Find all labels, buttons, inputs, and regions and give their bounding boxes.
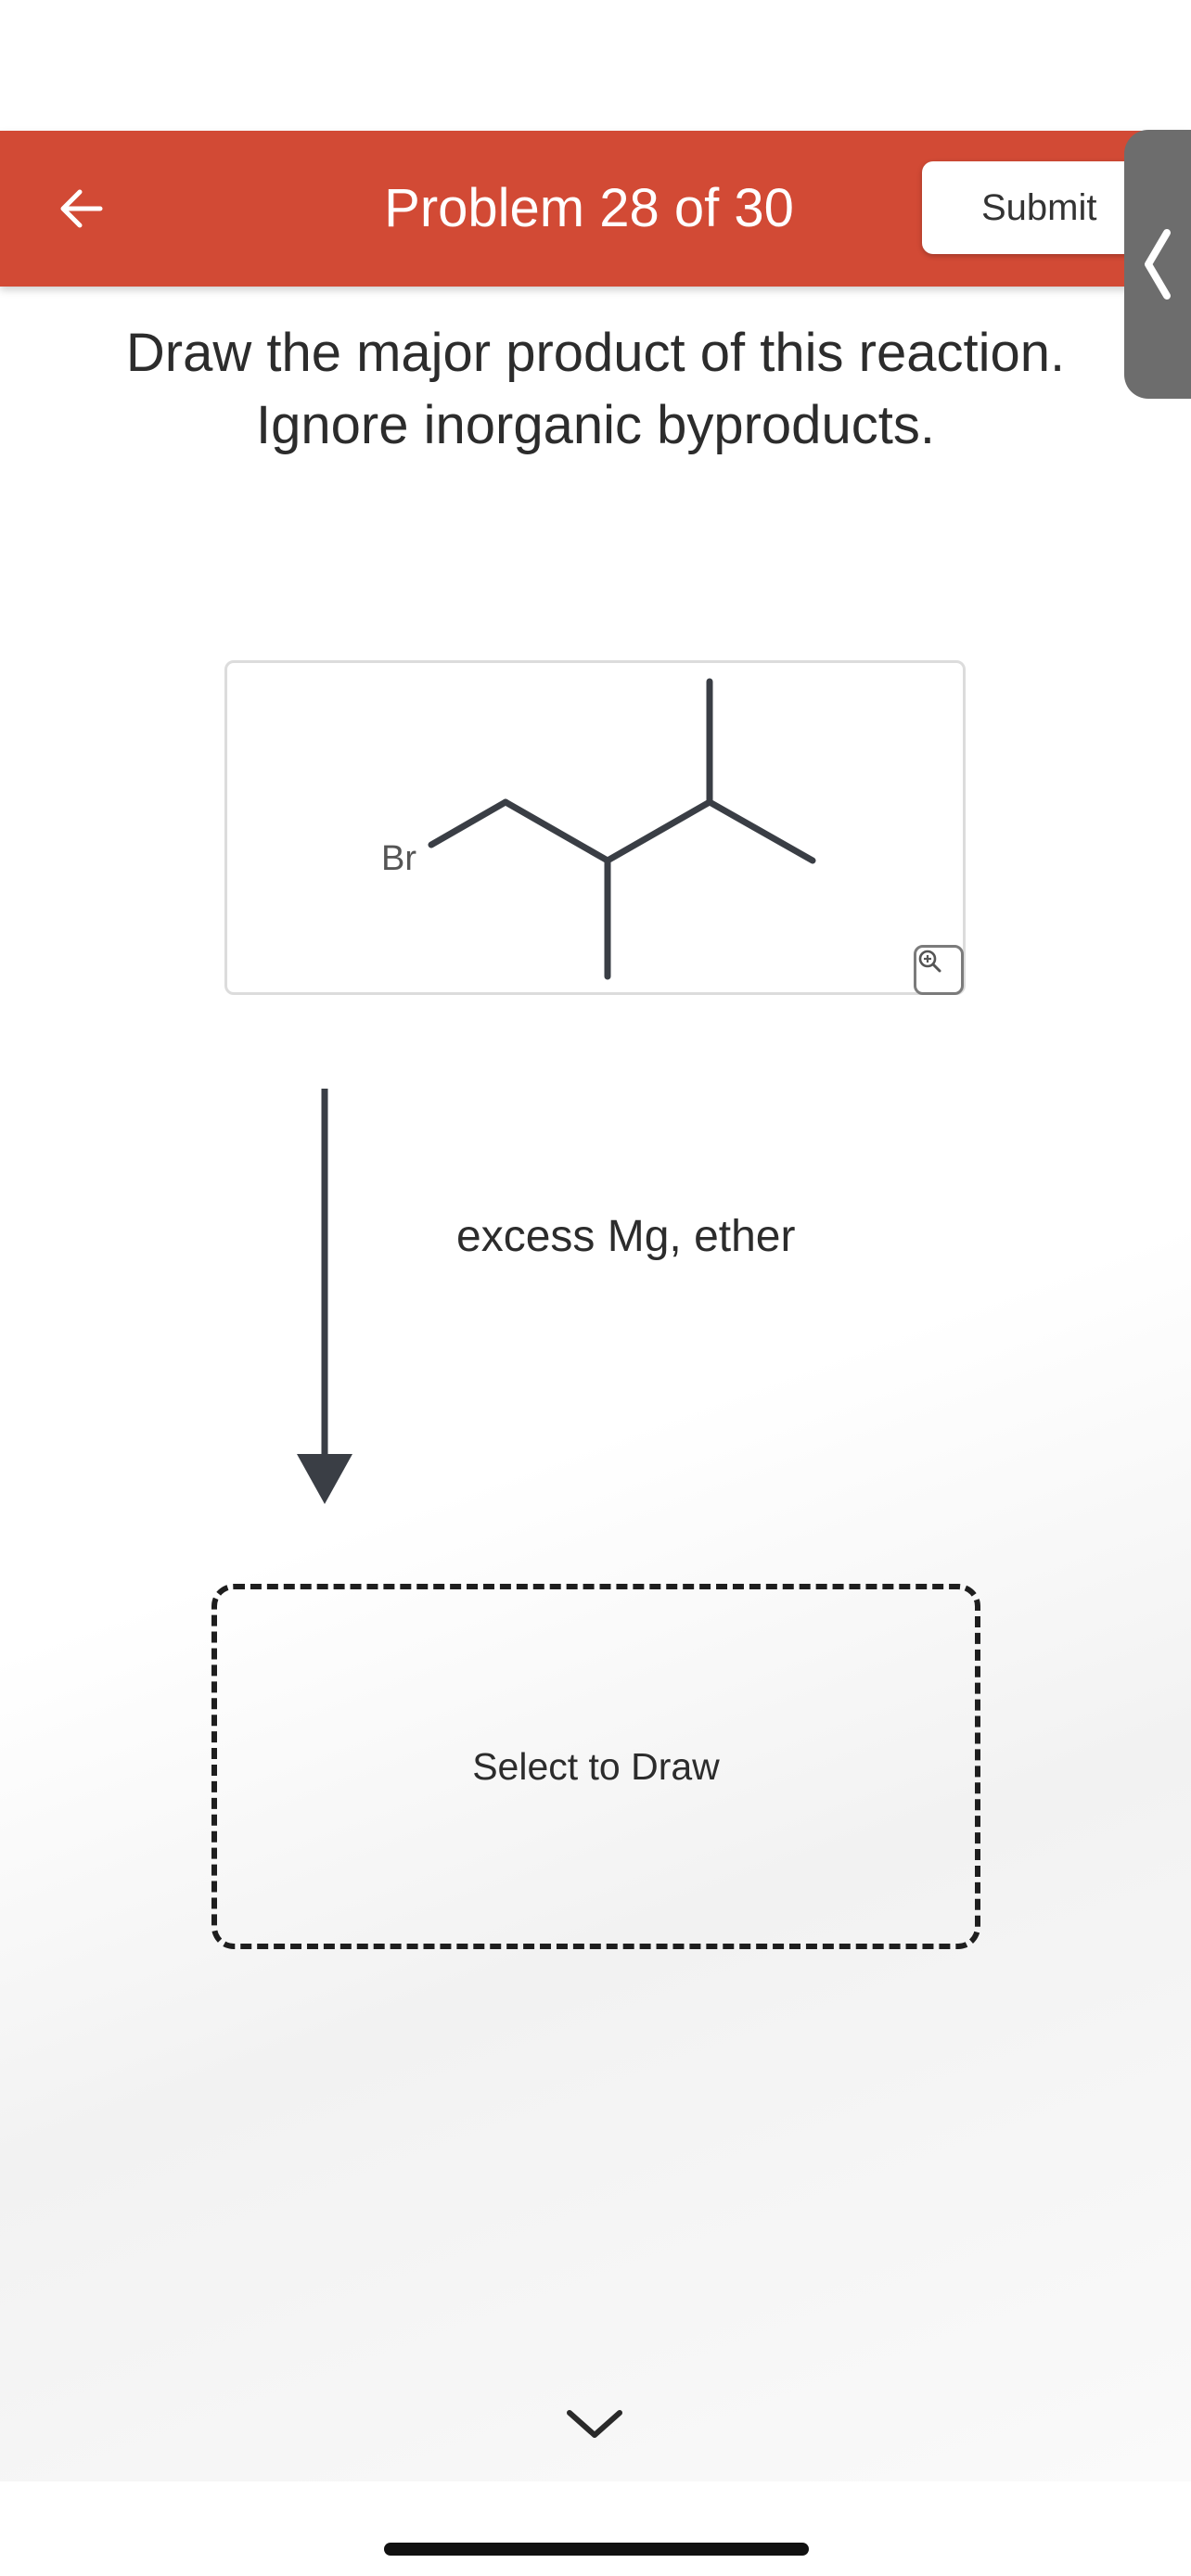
bromine-atom-label: Br <box>381 839 416 878</box>
chevron-down-icon[interactable] <box>562 2405 627 2442</box>
question-text: Draw the major product of this reaction.… <box>37 317 1154 462</box>
bottom-bar <box>0 2481 1191 2576</box>
draw-answer-area[interactable]: Select to Draw <box>211 1584 980 1949</box>
reaction-conditions: excess Mg, ether <box>456 1212 796 1261</box>
reactant-skeletal-formula <box>428 678 816 980</box>
chevron-left-icon <box>1145 229 1171 300</box>
problem-header: Problem 28 of 30 Submit <box>0 131 1191 287</box>
zoom-in-icon <box>918 950 941 973</box>
back-button[interactable] <box>45 172 119 246</box>
home-indicator[interactable] <box>384 2543 809 2556</box>
reaction-arrow <box>297 1089 352 1504</box>
arrow-left-icon <box>60 189 103 228</box>
question-line-2: Ignore inorganic byproducts. <box>256 395 935 455</box>
zoom-button[interactable] <box>914 945 964 995</box>
question-line-1: Draw the major product of this reaction. <box>125 323 1066 383</box>
reactant-structure: Br <box>224 660 966 995</box>
draw-prompt: Select to Draw <box>472 1744 720 1788</box>
problem-title: Problem 28 of 30 <box>384 178 794 238</box>
